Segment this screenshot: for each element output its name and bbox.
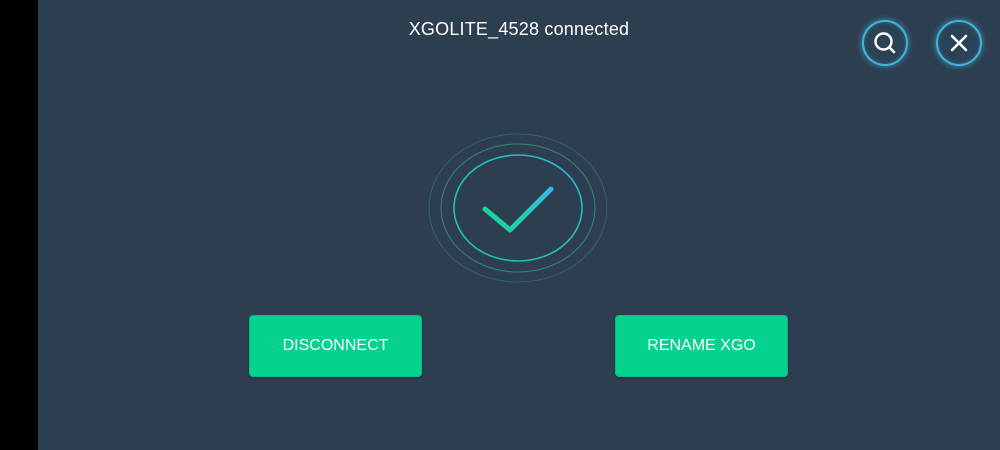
outer-ring xyxy=(428,133,608,283)
close-icon xyxy=(948,32,970,54)
middle-ring xyxy=(440,143,596,273)
connected-status-indicator xyxy=(428,132,608,284)
disconnect-button[interactable]: DISCONNECT xyxy=(249,315,422,377)
close-button[interactable] xyxy=(936,20,982,66)
page-title: XGOLITE_4528 connected xyxy=(408,19,630,39)
connection-screen: XGOLITE_4528 connected DISCONNECT RENAME… xyxy=(38,0,1000,450)
search-icon xyxy=(872,30,898,56)
rename-xgo-button[interactable]: RENAME XGO xyxy=(615,315,788,377)
check-icon xyxy=(428,133,608,283)
left-edge-bar xyxy=(0,0,38,450)
inner-ring xyxy=(453,154,583,262)
checkmark xyxy=(482,186,554,233)
search-button[interactable] xyxy=(862,20,908,66)
